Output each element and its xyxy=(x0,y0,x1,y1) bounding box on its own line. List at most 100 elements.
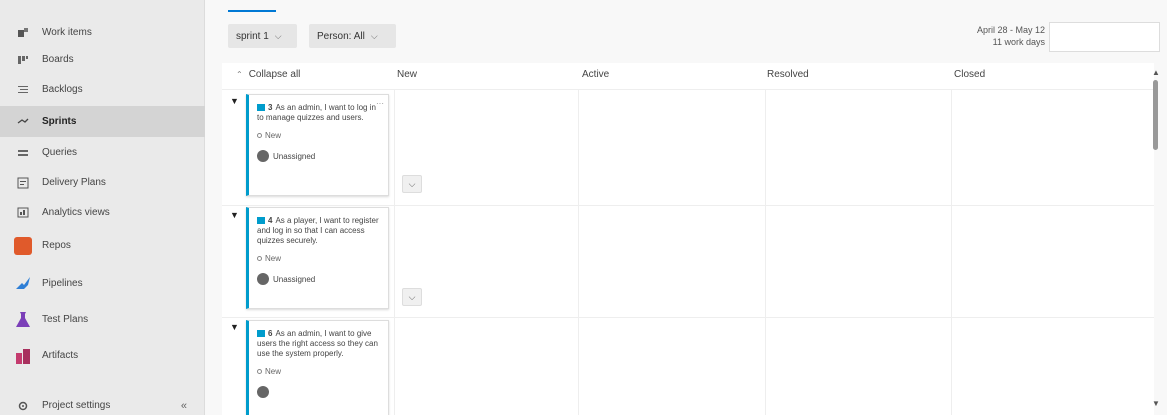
collapse-sidebar-button[interactable]: « xyxy=(181,400,187,412)
collapse-all-label: Collapse all xyxy=(248,69,301,80)
card-state: New xyxy=(257,131,382,140)
project-settings-button[interactable]: Project settings « xyxy=(0,390,205,415)
sidebar-item-label: Work items xyxy=(42,27,92,38)
expand-row-button[interactable]: ⌵ xyxy=(402,175,422,193)
queries-icon xyxy=(8,147,38,159)
column-divider xyxy=(394,89,395,415)
scroll-up-icon[interactable]: ▲ xyxy=(1152,68,1160,77)
boards-icon xyxy=(8,54,38,66)
user-story-icon xyxy=(257,104,265,112)
analytics-icon xyxy=(8,207,38,219)
row-divider xyxy=(222,205,1154,206)
card-title-text: As an admin, I want to log in to manage … xyxy=(257,103,376,122)
sidebar-item-label: Artifacts xyxy=(42,350,79,361)
card-id: 6 xyxy=(268,329,273,338)
vertical-scrollbar[interactable]: ▲ ▼ xyxy=(1152,68,1160,408)
avatar xyxy=(257,386,269,398)
card-state: New xyxy=(257,254,382,263)
sidebar-item-sprints[interactable]: Sprints xyxy=(0,106,205,137)
pipelines-icon xyxy=(8,275,38,293)
sidebar-item-label: Sprints xyxy=(42,116,77,127)
taskboard: ⌃ Collapse all New Active Resolved Close… xyxy=(222,63,1154,415)
card-title: 6 As an admin, I want to give users the r… xyxy=(257,329,382,359)
sidebar: Work items Boards Backlogs Sprints Queri… xyxy=(0,0,205,415)
row-divider xyxy=(222,89,1154,90)
sprint-dropdown-label: sprint 1 xyxy=(236,30,269,42)
more-options-icon[interactable]: ··· xyxy=(376,99,384,108)
card-assignee[interactable] xyxy=(257,386,382,398)
state-dot-icon xyxy=(257,133,262,138)
card-assignee[interactable]: Unassigned xyxy=(257,273,382,285)
delivery-plans-icon xyxy=(8,177,38,189)
row-divider xyxy=(222,317,1154,318)
project-settings-label: Project settings xyxy=(42,400,111,411)
chevron-down-icon: ⌵ xyxy=(370,30,378,41)
card-title-text: As a player, I want to register and log … xyxy=(257,216,379,245)
row-collapse-toggle[interactable]: ▼ xyxy=(230,96,239,106)
card-assignee-text: Unassigned xyxy=(273,274,316,284)
card-state-text: New xyxy=(265,367,282,376)
sidebar-item-label: Test Plans xyxy=(42,314,89,325)
card-state-text: New xyxy=(265,131,282,140)
gear-icon xyxy=(8,400,38,412)
capacity-box xyxy=(1049,22,1160,52)
sprint-dropdown[interactable]: sprint 1 ⌵ xyxy=(228,24,297,48)
chevron-down-icon: ⌵ xyxy=(408,291,416,302)
column-header-closed: Closed xyxy=(954,69,986,80)
sidebar-item-queries[interactable]: Queries xyxy=(0,137,205,168)
row-collapse-toggle[interactable]: ▼ xyxy=(230,210,239,220)
state-dot-icon xyxy=(257,369,262,374)
sidebar-item-analytics-views[interactable]: Analytics views xyxy=(0,197,205,228)
card-state: New xyxy=(257,367,382,376)
column-divider xyxy=(951,89,952,415)
sidebar-item-boards[interactable]: Boards xyxy=(0,44,205,75)
column-divider xyxy=(578,89,579,415)
sidebar-item-label: Pipelines xyxy=(42,278,83,289)
sidebar-item-label: Delivery Plans xyxy=(42,177,106,188)
sidebar-item-delivery-plans[interactable]: Delivery Plans xyxy=(0,167,205,198)
work-days-text: 11 work days xyxy=(992,37,1045,47)
sidebar-item-test-plans[interactable]: Test Plans xyxy=(0,304,205,335)
date-range-text: April 28 - May 12 xyxy=(976,25,1045,35)
user-story-icon xyxy=(257,330,265,338)
sidebar-item-label: Repos xyxy=(42,240,71,251)
state-dot-icon xyxy=(257,256,262,261)
work-item-card[interactable]: 4 As a player, I want to register and log… xyxy=(246,207,389,309)
card-title: 3 As an admin, I want to log in to manage… xyxy=(257,103,382,123)
sprint-date-range: April 28 - May 12 11 work days xyxy=(977,24,1045,48)
card-assignee-text: Unassigned xyxy=(273,151,316,161)
sidebar-item-backlogs[interactable]: Backlogs xyxy=(0,74,205,105)
avatar xyxy=(257,150,269,162)
work-item-card[interactable]: 6 As an admin, I want to give users the r… xyxy=(246,320,389,415)
artifacts-icon xyxy=(8,347,38,365)
sidebar-item-label: Boards xyxy=(42,54,74,65)
card-title-text: As an admin, I want to give users the ri… xyxy=(257,329,378,358)
card-id: 4 xyxy=(268,216,273,225)
sidebar-item-pipelines[interactable]: Pipelines xyxy=(0,268,205,299)
card-id: 3 xyxy=(268,103,273,112)
sidebar-item-artifacts[interactable]: Artifacts xyxy=(0,340,205,371)
card-state-text: New xyxy=(265,254,282,263)
column-header-resolved: Resolved xyxy=(767,69,809,80)
chevron-down-icon: ⌵ xyxy=(408,178,416,189)
test-plans-icon xyxy=(8,311,38,329)
repos-icon xyxy=(8,236,38,255)
avatar xyxy=(257,273,269,285)
sidebar-item-repos[interactable]: Repos xyxy=(0,230,205,261)
card-assignee[interactable]: Unassigned xyxy=(257,150,382,162)
row-collapse-toggle[interactable]: ▼ xyxy=(230,322,239,332)
collapse-all-button[interactable]: ⌃ Collapse all xyxy=(236,69,300,80)
scroll-down-icon[interactable]: ▼ xyxy=(1152,399,1160,408)
scrollbar-thumb[interactable] xyxy=(1153,80,1158,150)
person-filter-dropdown[interactable]: Person: All ⌵ xyxy=(309,24,396,48)
work-items-icon xyxy=(8,27,38,39)
column-divider xyxy=(765,89,766,415)
work-item-card[interactable]: ··· 3 As an admin, I want to log in to ma… xyxy=(246,94,389,196)
chevron-down-icon: ⌵ xyxy=(274,30,282,41)
expand-row-button[interactable]: ⌵ xyxy=(402,288,422,306)
user-story-icon xyxy=(257,217,265,225)
column-header-new: New xyxy=(397,69,418,80)
sidebar-item-label: Analytics views xyxy=(42,207,110,218)
card-title: 4 As a player, I want to register and log… xyxy=(257,216,382,246)
sidebar-item-label: Queries xyxy=(42,147,78,158)
